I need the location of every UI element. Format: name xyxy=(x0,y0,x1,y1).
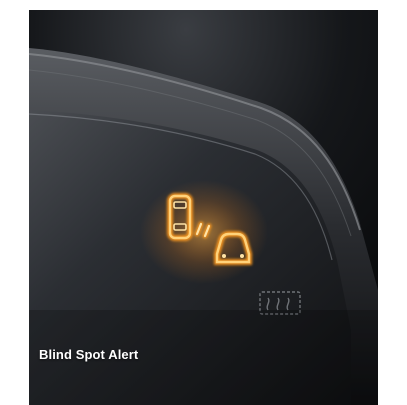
caption-label: Blind Spot Alert xyxy=(39,347,139,362)
page-frame: Blind Spot Alert xyxy=(0,0,407,405)
